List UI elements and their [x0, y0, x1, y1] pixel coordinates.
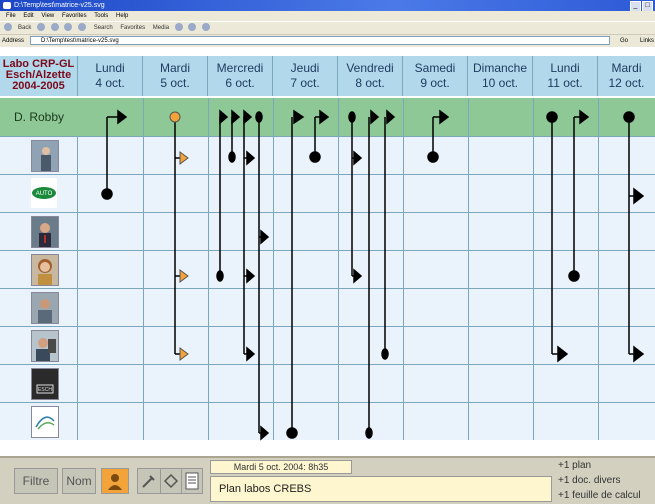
- refresh-icon[interactable]: [64, 23, 73, 32]
- back-button[interactable]: Back: [18, 25, 31, 31]
- window-title: D:\Temp\test\matrice-v25.svg: [14, 2, 105, 9]
- event-mon11-a[interactable]: [546, 111, 569, 363]
- event-wed6-d[interactable]: [255, 111, 270, 441]
- event-wed6-b[interactable]: [228, 109, 241, 163]
- address-input[interactable]: D:\Temp\test\matrice-v25.svg: [30, 36, 610, 45]
- event-sat9[interactable]: [427, 109, 450, 163]
- title-bar: D:\Temp\test\matrice-v25.svg _ □: [0, 0, 655, 12]
- event-tue12[interactable]: [623, 111, 645, 363]
- event-date: Mardi 5 oct. 2004: 8h35: [210, 460, 352, 474]
- bottom-bar: Filtre Nom Mardi 5 oct. 2004: 8h35 Plan …: [0, 456, 655, 504]
- menu-help[interactable]: Help: [116, 13, 128, 19]
- event-mon4[interactable]: [101, 109, 128, 200]
- name-button[interactable]: Nom: [62, 468, 96, 494]
- toolbar: Back Search Favorites Media: [0, 21, 655, 35]
- address-label: Address: [2, 38, 25, 44]
- history-icon[interactable]: [174, 23, 183, 32]
- stop-icon[interactable]: [50, 23, 59, 32]
- home-icon[interactable]: [78, 23, 87, 32]
- event-thu7-a[interactable]: [286, 109, 305, 439]
- filter-button[interactable]: Filtre: [14, 468, 58, 494]
- tag-icon[interactable]: [160, 468, 182, 494]
- links-button[interactable]: Links: [640, 35, 654, 47]
- menu-view[interactable]: View: [41, 13, 54, 19]
- search-button[interactable]: Search: [94, 25, 113, 31]
- event-markers: [101, 109, 645, 441]
- menu-bar: File Edit View Favorites Tools Help: [0, 11, 655, 21]
- user-icon[interactable]: [101, 468, 129, 494]
- event-fri8-c[interactable]: [381, 109, 396, 360]
- event-wed6-a[interactable]: [216, 109, 229, 282]
- event-note[interactable]: Plan labos CREBS: [210, 476, 552, 502]
- menu-file[interactable]: File: [6, 13, 16, 19]
- menu-favorites[interactable]: Favorites: [62, 13, 87, 19]
- menu-tools[interactable]: Tools: [94, 13, 108, 19]
- selected-event[interactable]: [169, 111, 189, 361]
- menu-edit[interactable]: Edit: [23, 13, 33, 19]
- back-icon[interactable]: [4, 23, 12, 32]
- event-thu7-b[interactable]: [309, 109, 330, 163]
- address-bar: Address D:\Temp\test\matrice-v25.svg Go …: [0, 34, 655, 47]
- tool-icon[interactable]: [137, 468, 161, 494]
- media-button[interactable]: Media: [153, 25, 169, 31]
- favorites-button[interactable]: Favorites: [120, 25, 145, 31]
- mail-icon[interactable]: [188, 23, 197, 32]
- extra-spreadsheet[interactable]: +1 feuille de calcul: [558, 490, 641, 501]
- event-wed6-c[interactable]: [243, 109, 256, 362]
- event-fri8-a[interactable]: [348, 111, 363, 284]
- ie-icon: [3, 2, 11, 9]
- go-button[interactable]: Go: [620, 35, 628, 47]
- print-icon[interactable]: [202, 23, 211, 32]
- document-icon[interactable]: [181, 468, 203, 494]
- event-tue5-selected[interactable]: [174, 117, 180, 355]
- schedule-grid: Labo CRP-GL Esch/Alzette 2004-2005 Lundi…: [0, 56, 655, 456]
- extra-plan[interactable]: +1 plan: [558, 460, 591, 471]
- extra-doc[interactable]: +1 doc. divers: [558, 475, 621, 486]
- event-fri8-b[interactable]: [365, 109, 380, 439]
- event-mon11-b[interactable]: [568, 109, 590, 282]
- forward-icon[interactable]: [37, 23, 46, 32]
